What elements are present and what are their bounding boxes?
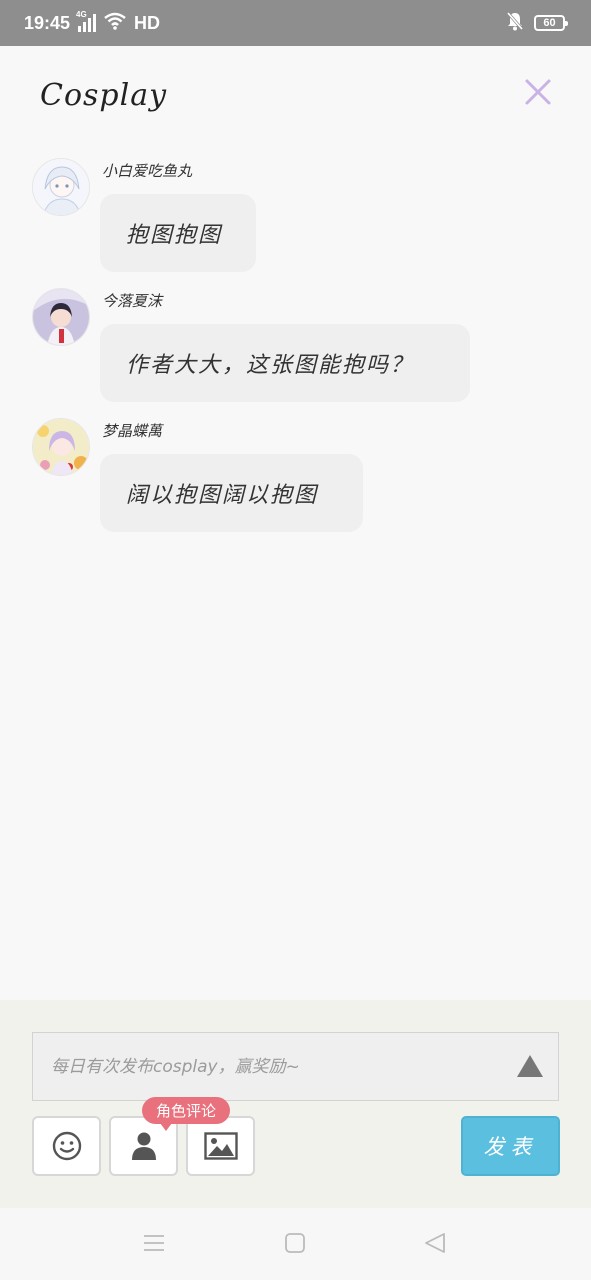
- menu-icon: [144, 1235, 164, 1251]
- avatar[interactable]: [32, 418, 90, 476]
- battery-icon: 60: [534, 15, 568, 31]
- hd-label: HD: [134, 12, 161, 33]
- avatar[interactable]: [32, 158, 90, 216]
- emoji-button[interactable]: [32, 1116, 101, 1176]
- expand-button[interactable]: [516, 1053, 544, 1079]
- comment-bubble: 阔以抱图阔以抱图: [100, 454, 363, 532]
- mute-bell-icon: [506, 11, 524, 35]
- comment-username: 小白爱吃鱼丸: [102, 162, 193, 180]
- home-square-icon: [285, 1233, 305, 1253]
- navigation-bar: [0, 1208, 591, 1280]
- image-icon: [203, 1132, 238, 1160]
- menu-button[interactable]: [143, 1232, 167, 1256]
- composer-panel: 角色评论 发表: [0, 1000, 591, 1208]
- comment-bubble: 作者大大，这张图能抱吗？: [100, 324, 470, 402]
- battery-level: 60: [543, 17, 556, 29]
- status-bar: 19:45 4G HD 60: [0, 0, 591, 46]
- back-triangle-icon: [425, 1233, 445, 1253]
- image-button[interactable]: [186, 1116, 255, 1176]
- signal-icon: 4G: [76, 10, 97, 32]
- comment-bubble: 抱图抱图: [100, 194, 256, 272]
- send-button[interactable]: 发表: [461, 1116, 560, 1176]
- close-button[interactable]: [520, 74, 556, 110]
- comment-input-box: [32, 1032, 559, 1101]
- back-button[interactable]: [424, 1232, 448, 1256]
- status-time: 19:45: [24, 12, 71, 33]
- triangle-up-icon: [517, 1055, 543, 1077]
- avatar[interactable]: [32, 288, 90, 346]
- comment-input[interactable]: [51, 1056, 491, 1077]
- comment-username: 今落夏沫: [102, 292, 163, 310]
- comment-username: 梦晶蝶萬: [102, 422, 163, 440]
- network-type: 4G: [76, 10, 87, 19]
- person-icon: [131, 1132, 156, 1160]
- page-title: Cosplay: [40, 78, 168, 113]
- emoji-icon: [52, 1131, 81, 1161]
- role-comment-badge: 角色评论: [142, 1097, 231, 1131]
- wifi-icon: [104, 12, 126, 35]
- close-icon: [525, 79, 551, 105]
- home-button[interactable]: [284, 1232, 308, 1256]
